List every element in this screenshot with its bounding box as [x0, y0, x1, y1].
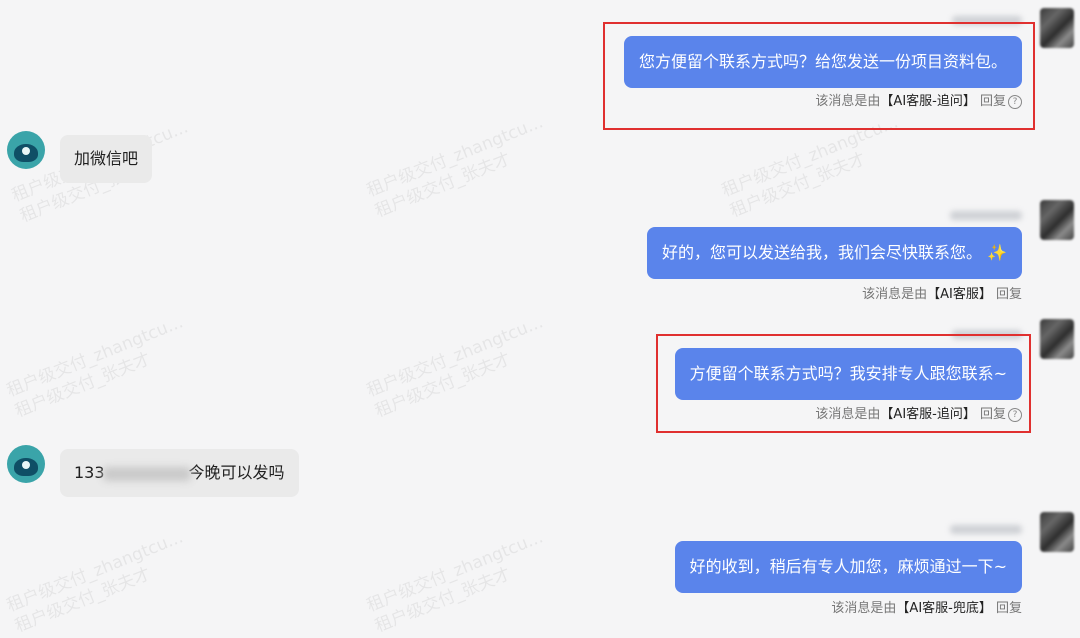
sparkles-emoji: ✨: [987, 243, 1007, 262]
watermark-line: 租户级交付_张夫才: [372, 149, 514, 222]
reply-link[interactable]: 回复: [996, 287, 1022, 302]
user-avatar-icon[interactable]: [7, 445, 45, 483]
watermark-line: 租户级交付_zhangtcu...: [363, 312, 546, 402]
watermark-line: 租户级交付_张夫才: [12, 564, 154, 637]
message-text: 好的收到，稍后有专人加您，麻烦通过一下~: [689, 557, 1007, 576]
agent-avatar-icon[interactable]: [1040, 512, 1074, 552]
agent-message-bubble[interactable]: 好的，您可以发送给我，我们会尽快联系您。 ✨: [646, 227, 1022, 279]
watermark-line: 租户级交付_张夫才: [372, 349, 514, 422]
message-text: 好的，您可以发送给我，我们会尽快联系您。: [661, 243, 982, 262]
watermark: 租户级交付_zhangtcu... 租户级交付_张夫才: [364, 311, 555, 422]
meta-prefix: 该消息是由: [831, 601, 897, 616]
watermark: 租户级交付_zhangtcu... 租户级交付_张夫才: [364, 111, 555, 222]
watermark-line: 租户级交付_张夫才: [12, 349, 154, 422]
agent-avatar-icon[interactable]: [1040, 200, 1074, 240]
sender-name-blurred: [950, 211, 1022, 220]
phone-prefix: 133: [74, 463, 105, 482]
message-text: 今晚可以发吗: [188, 463, 285, 482]
highlight-box: [603, 22, 1035, 130]
user-message-bubble[interactable]: 加微信吧: [60, 135, 153, 183]
message-text: 加微信吧: [74, 149, 139, 168]
agent-message-bubble[interactable]: 好的收到，稍后有专人加您，麻烦通过一下~: [674, 541, 1022, 593]
user-message-bubble[interactable]: 133 今晚可以发吗: [60, 449, 299, 497]
agent-avatar-icon[interactable]: [1040, 8, 1074, 48]
watermark-line: 租户级交付_张夫才: [372, 564, 514, 637]
reply-link[interactable]: 回复: [996, 601, 1022, 616]
agent-avatar-icon[interactable]: [1040, 319, 1074, 359]
meta-source: 【AI客服-兜底】: [896, 601, 992, 616]
watermark: 租户级交付_zhangtcu... 租户级交付_张夫才: [364, 526, 555, 637]
watermark-line: 租户级交付_zhangtcu...: [363, 112, 546, 202]
meta-prefix: 该消息是由: [862, 287, 928, 302]
watermark: 租户级交付_zhangtcu... 租户级交付_张夫才: [4, 311, 195, 422]
message-meta: 该消息是由【AI客服-兜底】 回复: [831, 600, 1022, 618]
redacted-phone-number: [102, 466, 191, 481]
watermark: 租户级交付_zhangtcu... 租户级交付_张夫才: [4, 526, 195, 637]
highlight-box: [656, 334, 1031, 433]
user-avatar-icon[interactable]: [7, 131, 45, 169]
message-meta: 该消息是由【AI客服】 回复: [862, 286, 1022, 304]
meta-source: 【AI客服】: [927, 287, 992, 302]
watermark-line: 租户级交付_zhangtcu...: [3, 527, 186, 617]
watermark-line: 租户级交付_zhangtcu...: [3, 312, 186, 402]
sender-name-blurred: [950, 525, 1022, 534]
watermark-line: 租户级交付_zhangtcu...: [363, 527, 546, 617]
watermark-line: 租户级交付_张夫才: [727, 149, 869, 222]
